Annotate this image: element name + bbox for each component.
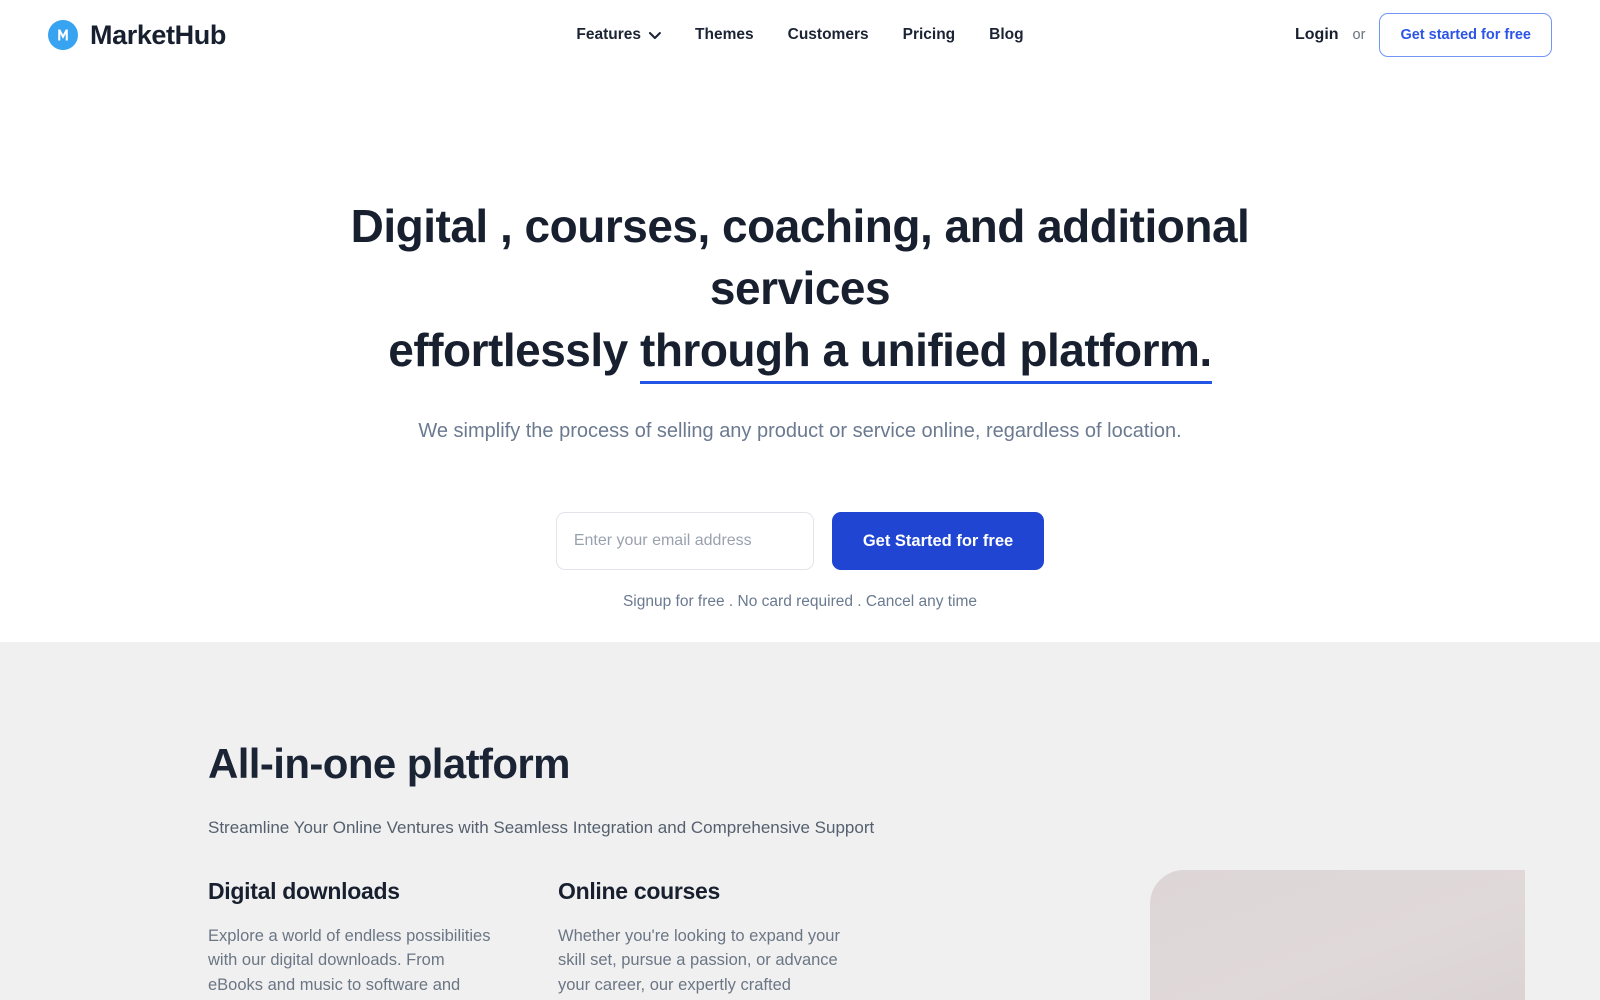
hero-title: Digital , courses, coaching, and additio…	[305, 195, 1295, 385]
features-subtitle: Streamline Your Online Ventures with Sea…	[208, 818, 875, 837]
nav-item-blog[interactable]: Blog	[989, 26, 1023, 44]
markethub-logo-icon	[48, 20, 78, 50]
primary-nav: Features Themes Customers Pricing Blog	[576, 25, 1023, 45]
email-input[interactable]	[555, 512, 814, 571]
nav-item-features[interactable]: Features	[576, 25, 661, 45]
features-title: All-in-one platform	[208, 740, 571, 787]
features-inner: All-in-one platform Streamline Your Onli…	[160, 740, 1525, 1000]
nav-item-features-label: Features	[576, 26, 642, 43]
site-header: MarketHub Features Themes Customers Pric…	[0, 0, 1600, 70]
chevron-down-icon	[648, 27, 661, 45]
hero-signup-form: Get Started for free	[0, 512, 1600, 571]
features-section: All-in-one platform Streamline Your Onli…	[0, 642, 1600, 1000]
features-photo	[1150, 870, 1525, 1000]
hero-title-line-2-plain: effortlessly	[388, 324, 641, 377]
feature-heading: Online courses	[558, 877, 720, 904]
feature-card-digital-downloads: Digital downloads Explore a world of end…	[208, 878, 496, 1000]
header-auth-group: Login or Get started for free	[1295, 12, 1552, 58]
brand-name: MarketHub	[90, 19, 226, 50]
hero-title-highlight: through a unified platform.	[640, 324, 1212, 385]
signup-note: Signup for free . No card required . Can…	[622, 593, 978, 611]
login-link[interactable]: Login	[1295, 26, 1339, 44]
hero-title-line-1: Digital , courses, coaching, and additio…	[350, 200, 1250, 315]
feature-body: Whether you're looking to expand your sk…	[558, 926, 840, 995]
nav-item-customers[interactable]: Customers	[788, 26, 869, 44]
feature-body: Explore a world of endless possibilities…	[208, 926, 491, 995]
auth-separator: or	[1352, 27, 1366, 43]
header-get-started-button[interactable]: Get started for free	[1379, 12, 1552, 58]
hero-section: Digital , courses, coaching, and additio…	[0, 70, 1600, 642]
nav-item-pricing[interactable]: Pricing	[903, 26, 956, 44]
feature-heading: Digital downloads	[208, 877, 400, 904]
feature-card-online-courses: Online courses Whether you're looking to…	[558, 878, 846, 1000]
hero-subtitle: We simplify the process of selling any p…	[418, 420, 1182, 443]
nav-item-themes[interactable]: Themes	[695, 26, 754, 44]
brand-logo[interactable]: MarketHub	[48, 20, 226, 51]
hero-get-started-button[interactable]: Get Started for free	[831, 512, 1045, 571]
